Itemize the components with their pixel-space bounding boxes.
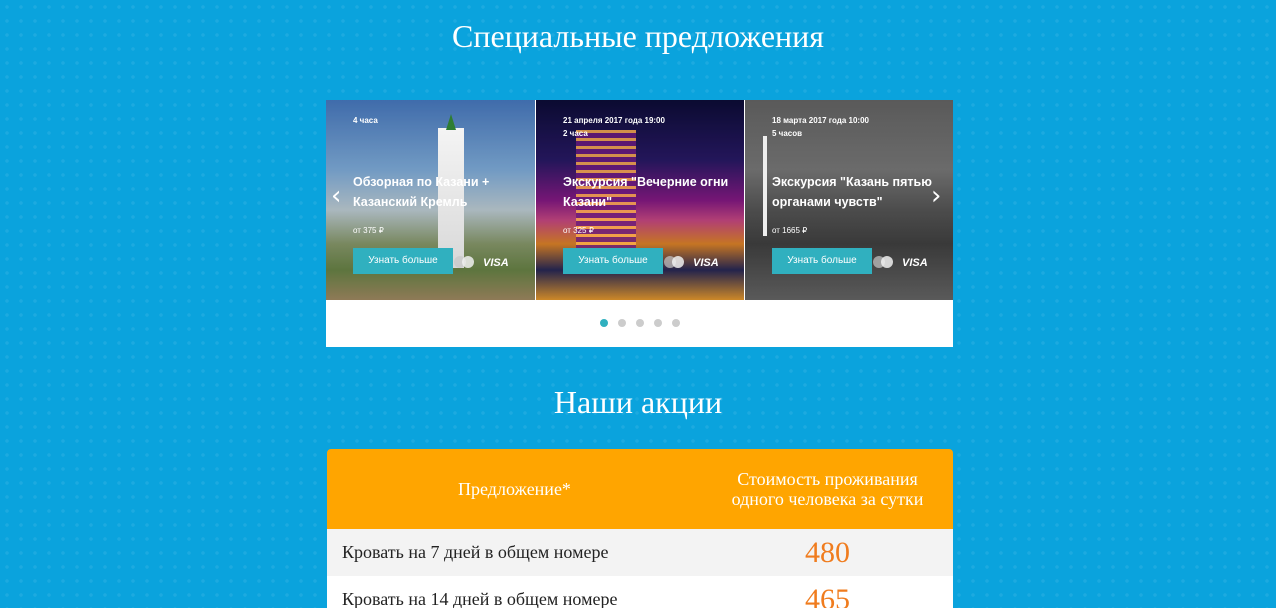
offer-title[interactable]: Экскурсия "Казань пятью органами чувств" [772, 172, 947, 212]
chevron-right-icon[interactable]: › [931, 183, 945, 209]
learn-more-button[interactable]: Узнать больше [563, 248, 663, 274]
offer-price: от 325 ₽ [563, 226, 594, 235]
chevron-left-icon[interactable]: ‹ [331, 183, 345, 209]
carousel-pagination [326, 319, 953, 327]
carousel-dot[interactable] [599, 319, 608, 327]
offer-date: 21 апреля 2017 года 19:00 [563, 116, 665, 125]
price-cell: 480 [805, 535, 850, 569]
offer-slide[interactable]: 4 часа Обзорная по Казани + Казанский Кр… [326, 100, 535, 300]
offer-cell: Кровать на 14 дней в общем номере [342, 589, 618, 608]
visa-icon: VISA [483, 257, 509, 269]
offer-price: от 1665 ₽ [772, 226, 808, 235]
offer-date: 18 марта 2017 года 10:00 [772, 116, 869, 125]
offer-cell: Кровать на 7 дней в общем номере [342, 542, 609, 562]
special-offers-carousel: 4 часа Обзорная по Казани + Казанский Кр… [326, 100, 953, 347]
learn-more-button[interactable]: Узнать больше [353, 248, 453, 274]
offer-title[interactable]: Обзорная по Казани + Казанский Кремль [353, 172, 529, 212]
carousel-dot[interactable] [617, 319, 626, 327]
carousel-slides: 4 часа Обзорная по Казани + Казанский Кр… [326, 100, 953, 300]
mastercard-icon [873, 256, 895, 268]
price-cell: 465 [805, 582, 850, 608]
promotions-table: Предложение* Стоимость проживания одного… [327, 449, 953, 608]
offer-price: от 375 ₽ [353, 226, 384, 235]
offer-duration: 4 часа [353, 116, 378, 125]
visa-icon: VISA [693, 257, 719, 269]
carousel-dot[interactable] [635, 319, 644, 327]
mastercard-icon [664, 256, 686, 268]
table-row: Кровать на 14 дней в общем номере 465 [327, 576, 953, 608]
learn-more-button[interactable]: Узнать больше [772, 248, 872, 274]
mastercard-icon [454, 256, 476, 268]
promotions-title: Наши акции [553, 384, 723, 420]
table-row: Кровать на 7 дней в общем номере 480 [327, 529, 953, 576]
offer-slide[interactable]: 18 марта 2017 года 10:00 5 часов Экскурс… [744, 100, 953, 300]
minaret-image [763, 136, 767, 236]
offer-slide[interactable]: 21 апреля 2017 года 19:00 2 часа Экскурс… [535, 100, 744, 300]
offer-title[interactable]: Экскурсия "Вечерние огни Казани" [563, 172, 738, 212]
special-offers-title: Специальные предложения [451, 18, 824, 54]
carousel-dot[interactable] [653, 319, 662, 327]
offer-duration: 2 часа [563, 129, 588, 138]
table-header: Предложение* Стоимость проживания одного… [327, 449, 953, 529]
column-header-price: Стоимость проживания одного человека за … [731, 469, 924, 509]
carousel-dot[interactable] [671, 319, 680, 327]
visa-icon: VISA [902, 257, 928, 269]
column-header-offer: Предложение* [458, 478, 571, 499]
offer-duration: 5 часов [772, 129, 803, 138]
